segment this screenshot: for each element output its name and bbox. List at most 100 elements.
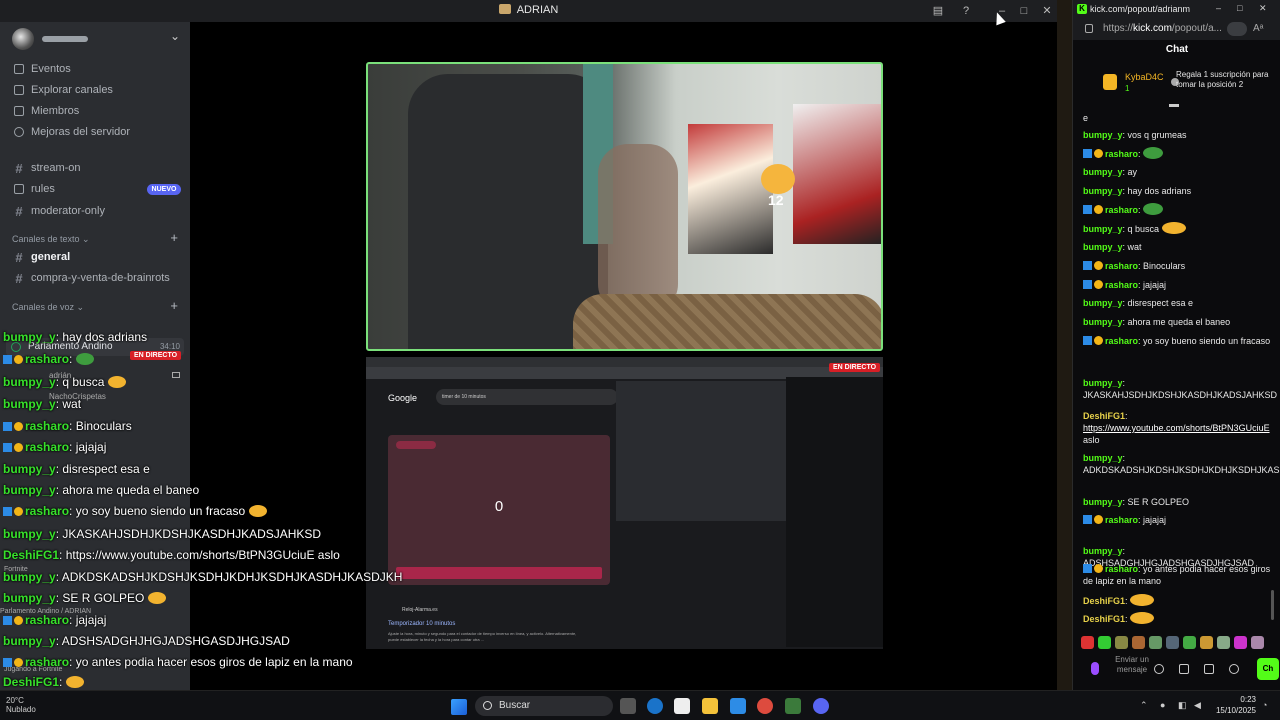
channel-rules[interactable]: rules (14, 180, 55, 198)
close-button[interactable]: ✕ (1039, 3, 1055, 19)
store-icon[interactable] (674, 698, 690, 714)
chat-username[interactable]: bumpy_y (1083, 242, 1123, 252)
discord-icon[interactable] (813, 698, 829, 714)
chat-username: bumpy_y (3, 634, 56, 648)
chat-username[interactable]: bumpy_y (1083, 130, 1123, 140)
timer-chip (396, 441, 436, 449)
chat-username[interactable]: rasharo (1105, 515, 1138, 525)
mic-tray-icon[interactable]: ● (1160, 700, 1165, 710)
reader-mode-icon[interactable]: Aᵃ (1253, 23, 1263, 34)
windows-start-icon[interactable] (451, 699, 467, 715)
grid-icon[interactable] (1204, 664, 1214, 674)
clock[interactable]: 0:23 15/10/2025 (1206, 694, 1256, 716)
channel-compra-venta[interactable]: # compra-y-venta-de-brainrots (14, 269, 169, 287)
emoji-icon[interactable] (1154, 664, 1164, 674)
chat-username[interactable]: bumpy_y (1083, 378, 1123, 388)
google-logo: Google (388, 393, 418, 403)
overlay-chat-line: bumpy_y: SE R GOLPEO (3, 591, 166, 605)
maximize-button[interactable]: □ (1016, 3, 1032, 19)
minimize-button[interactable]: – (1216, 3, 1221, 13)
chat-username[interactable]: bumpy_y (1083, 497, 1123, 507)
chat-username: bumpy_y (3, 330, 56, 344)
chat-input[interactable]: Enviar un mensaje Ch (1079, 655, 1279, 684)
network-icon[interactable]: ◧ (1178, 700, 1187, 711)
chat-username[interactable]: bumpy_y (1083, 298, 1123, 308)
chat-username[interactable]: bumpy_y (1083, 317, 1123, 327)
maximize-button[interactable]: □ (1237, 3, 1242, 13)
volume-icon[interactable]: ◀ (1194, 700, 1201, 711)
send-button[interactable]: Ch (1257, 658, 1279, 680)
add-channel-icon[interactable]: + (170, 230, 178, 245)
trophy-icon (1103, 74, 1117, 90)
category-voice[interactable]: Canales de voz ⌄ (12, 302, 84, 313)
users-icon[interactable] (1179, 664, 1189, 674)
emote-icon[interactable] (1149, 636, 1162, 649)
add-voice-channel-icon[interactable]: + (170, 298, 178, 313)
tracking-icon[interactable] (1227, 22, 1247, 36)
emote-icon[interactable] (1132, 636, 1145, 649)
collapse-icon[interactable] (1169, 104, 1179, 107)
nav-item-eventos[interactable]: Eventos (14, 60, 71, 78)
terminal-icon[interactable] (785, 698, 801, 714)
nav-item-mejoras[interactable]: Mejoras del servidor (14, 123, 130, 141)
emote-icon[interactable] (1098, 636, 1111, 649)
close-button[interactable]: ✕ (1259, 3, 1267, 14)
task-view-icon[interactable] (620, 698, 636, 714)
kick-url-bar[interactable]: https://kick.com/popout/a... Aᵃ (1073, 18, 1280, 40)
emote-icon[interactable] (1234, 636, 1247, 649)
weather-widget[interactable]: 20°C Nublado (6, 696, 36, 714)
chat-username[interactable]: bumpy_y (1083, 167, 1123, 177)
chat-username[interactable]: bumpy_y (1083, 546, 1123, 556)
emote-icon[interactable] (1183, 636, 1196, 649)
chrome-icon[interactable] (757, 698, 773, 714)
chat-username[interactable]: DeshiFG1 (1083, 614, 1125, 624)
nav-item-miembros[interactable]: Miembros (14, 102, 79, 120)
server-header[interactable]: ⌄ (8, 26, 186, 50)
chat-username[interactable]: rasharo (1105, 280, 1138, 290)
chat-username[interactable]: rasharo (1105, 336, 1138, 346)
emote-icon[interactable] (1166, 636, 1179, 649)
channel-stream-on[interactable]: # stream-on (14, 159, 80, 177)
taskbar-search[interactable]: Buscar (475, 696, 613, 716)
chat-scrollbar[interactable] (1271, 590, 1274, 620)
gear-icon[interactable] (1229, 664, 1239, 674)
chat-username[interactable]: DeshiFG1 (1083, 596, 1125, 606)
chat-username[interactable]: DeshiFG1 (1083, 411, 1125, 421)
tray-chevron-icon[interactable]: ⌃ (1140, 700, 1148, 711)
emote-icon[interactable] (1115, 636, 1128, 649)
chat-username[interactable]: bumpy_y (1083, 186, 1123, 196)
category-text[interactable]: Canales de texto ⌄ (12, 234, 90, 245)
emote-icon[interactable] (1217, 636, 1230, 649)
emote-icon[interactable] (1251, 636, 1264, 649)
chat-link[interactable]: https://www.youtube.com/shorts/BtPN3GUci… (1083, 423, 1270, 433)
folder-icon[interactable] (702, 698, 718, 714)
chevron-down-icon[interactable]: ⌄ (170, 29, 180, 43)
help-icon[interactable]: ? (958, 3, 974, 19)
pinned-gift-banner[interactable]: KybaD4C 1 Regala 1 suscripción para toma… (1081, 66, 1276, 100)
edge-icon[interactable] (647, 698, 663, 714)
screen-share-stream[interactable]: Google timer de 10 minutos 0 Reloj-Alarm… (366, 357, 883, 649)
chat-username[interactable]: rasharo (1105, 261, 1138, 271)
chat-username[interactable]: bumpy_y (1083, 453, 1123, 463)
microphone-icon[interactable] (1091, 662, 1099, 675)
app-icon[interactable] (730, 698, 746, 714)
chat-username[interactable]: rasharo (1105, 564, 1138, 574)
inbox-icon[interactable]: ▤ (930, 3, 946, 19)
badge-icon (1094, 564, 1103, 573)
kick-chat-message: rasharo: yo antes podia hacer esos giros… (1083, 564, 1271, 586)
channel-general[interactable]: # general (14, 248, 70, 266)
notification-icon[interactable]: ◔ (1262, 700, 1267, 710)
webcam-stream[interactable]: 12 (366, 62, 883, 351)
chat-username[interactable]: bumpy_y (1083, 224, 1123, 234)
overlay-chat: bumpy_y: hay dos adrians rasharo: bumpy_y… (0, 330, 402, 720)
channel-moderator-only[interactable]: # moderator-only (14, 202, 105, 220)
chat-username[interactable]: rasharo (1105, 149, 1138, 159)
nav-item-explorar[interactable]: Explorar canales (14, 81, 113, 99)
kick-title-bar: K kick.com/popout/adrianmts... – □ ✕ (1073, 0, 1280, 18)
badge-icon (1083, 515, 1092, 524)
emote-icon (107, 376, 126, 388)
emote-icon[interactable] (1200, 636, 1213, 649)
badge-icon (1094, 336, 1103, 345)
chat-username[interactable]: rasharo (1105, 205, 1138, 215)
emote-icon[interactable] (1081, 636, 1094, 649)
